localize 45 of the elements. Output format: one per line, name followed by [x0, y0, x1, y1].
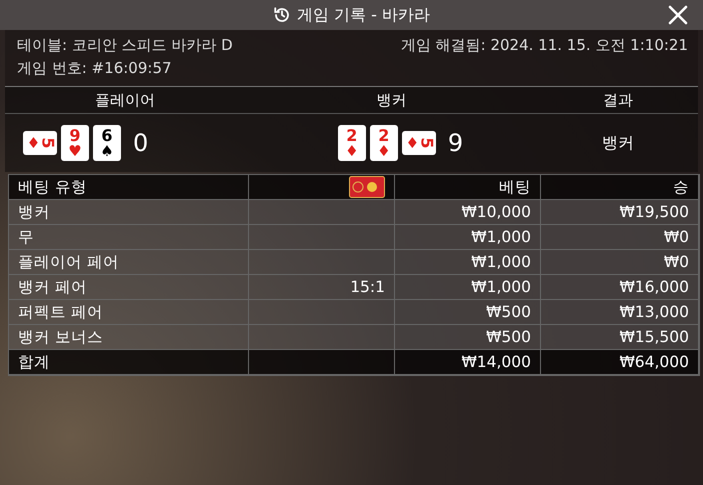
table-cell: ₩16,000	[541, 275, 699, 300]
column-header: 베팅 유형	[9, 175, 249, 200]
table-cell: ₩10,000	[395, 200, 541, 225]
playing-card: 2 ♦	[338, 125, 366, 161]
column-header: 뱅커	[376, 90, 408, 110]
close-button[interactable]	[667, 4, 689, 26]
table-cell: 퍼펙트 페어	[9, 300, 249, 325]
result-text: 뱅커	[601, 132, 635, 154]
playing-card: 6 ♠	[93, 125, 121, 161]
game-number: 게임 번호: #16:09:57	[17, 59, 173, 78]
table-cell: 15:1	[249, 275, 395, 300]
table-name: 테이블: 코리안 스피드 바카라 D	[17, 36, 234, 55]
table-cell: ₩15,500	[541, 325, 699, 350]
history-icon	[272, 6, 291, 24]
table-cell: 합계	[9, 350, 249, 375]
column-header: 베팅	[395, 175, 541, 200]
table-cell: ₩0	[541, 225, 699, 250]
playing-card: 5 ♦	[402, 131, 436, 155]
playing-card: 9 ♥	[61, 125, 89, 161]
table-cell: ₩500	[395, 325, 541, 350]
table-cell: 뱅커 페어	[9, 275, 249, 300]
table-cell: 뱅커 보너스	[9, 325, 249, 350]
window-title: 게임 기록 - 바카라	[296, 4, 430, 26]
table-cell: ₩1,000	[395, 275, 541, 300]
table-cell: 플레이어 페어	[9, 250, 249, 275]
table-cell: ₩500	[395, 300, 541, 325]
table-cell: ₩13,000	[541, 300, 699, 325]
table-cell: ₩14,000	[395, 350, 541, 375]
table-cell: ₩1,000	[395, 225, 541, 250]
table-cell: ₩0	[541, 250, 699, 275]
table-cell: ₩1,000	[395, 250, 541, 275]
table-cell: 무	[9, 225, 249, 250]
banker-score: 9	[448, 129, 464, 157]
column-header: 승	[541, 175, 699, 200]
table-cell: ₩64,000	[541, 350, 699, 375]
resolved-time: 게임 해결됨: 2024. 11. 15. 오전 1:10:21	[400, 36, 688, 55]
table-cell: ₩19,500	[541, 200, 699, 225]
column-header: 플레이어	[94, 90, 156, 110]
player-score: 0	[133, 129, 148, 157]
chip-icon	[349, 176, 385, 198]
playing-card: 2 ♦	[370, 125, 398, 161]
close-icon	[667, 4, 689, 26]
table-cell: 뱅커	[9, 200, 249, 225]
column-header: 결과	[602, 90, 634, 110]
playing-card: 5 ♦	[23, 131, 57, 155]
